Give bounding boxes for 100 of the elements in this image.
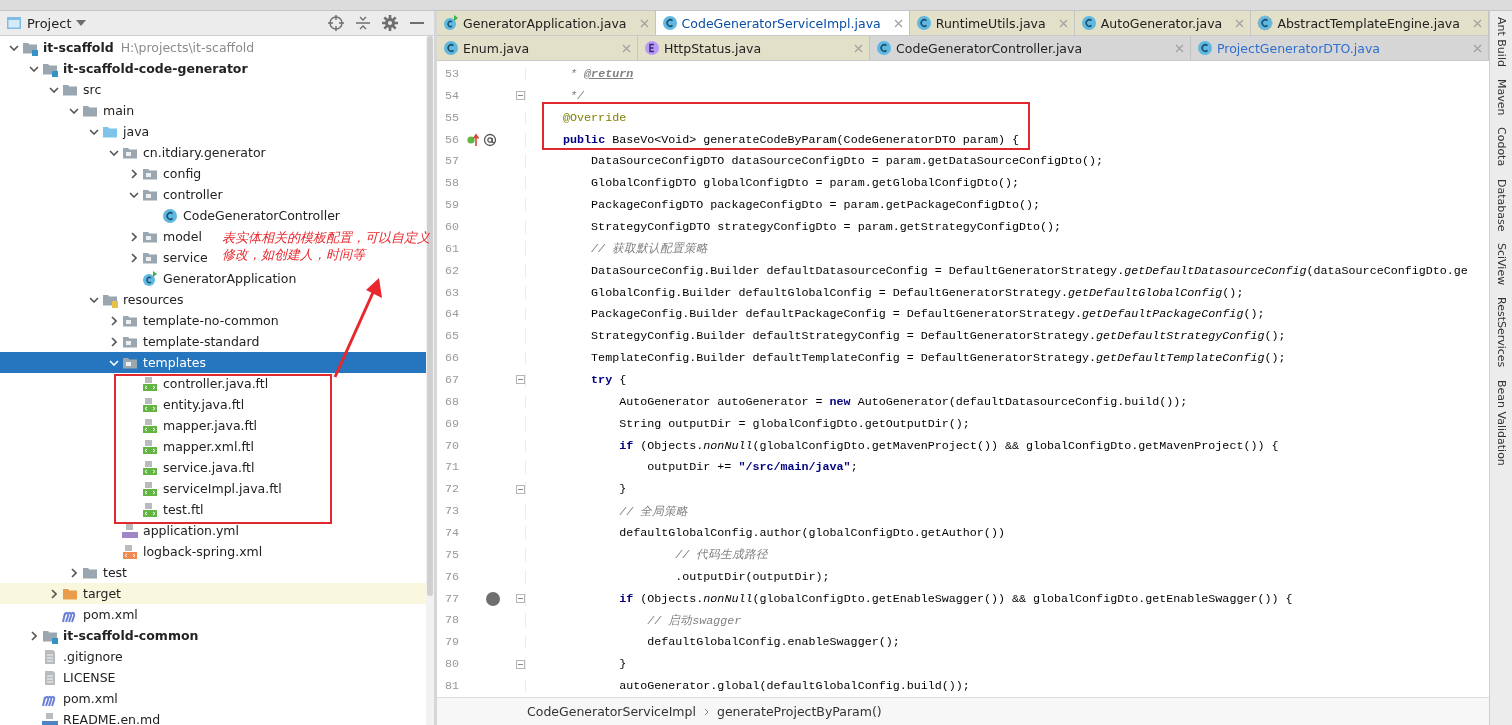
breadcrumb-item[interactable]: generateProjectByParam() <box>716 704 882 719</box>
tree-row[interactable]: entity.java.ftl <box>126 394 245 415</box>
tree-row[interactable]: mapper.java.ftl <box>126 415 258 436</box>
tool-window-button[interactable]: Codota <box>1494 127 1508 167</box>
item-label: pom.xml <box>63 691 118 706</box>
tool-window-button[interactable]: Ant Build <box>1494 17 1508 67</box>
item-label: cn.itdiary.generator <box>143 145 266 160</box>
chevron-right-icon[interactable] <box>131 252 137 263</box>
tree-row[interactable]: java <box>86 121 150 142</box>
tree-row[interactable]: resources <box>86 289 184 310</box>
tree-row[interactable]: application.yml <box>106 520 239 541</box>
item-label: controller.java.ftl <box>163 376 269 391</box>
tree-row[interactable]: it-scaffold-code-generator <box>26 58 248 79</box>
tree-row[interactable]: main <box>66 100 135 121</box>
chevron-down-icon[interactable] <box>69 107 79 114</box>
line-number: 80 <box>443 657 459 672</box>
tool-window-button[interactable]: Maven <box>1494 78 1508 116</box>
xml-file-icon <box>122 543 138 560</box>
item-label: model <box>163 229 202 244</box>
breadcrumb-item[interactable]: CodeGeneratorServiceImpl <box>527 704 696 719</box>
code-line: PackageConfig.Builder defaultPackageConfig = DefaultGeneratorStrategy.getDefaultPackageConfig(); <box>525 307 1265 322</box>
tree-row[interactable]: controller.java.ftl <box>126 373 269 394</box>
editor-tab[interactable]: RuntimeUtils.java <box>909 11 1075 35</box>
line-number: 57 <box>443 154 459 169</box>
tree-row[interactable]: logback-spring.xml <box>106 541 263 562</box>
item-label: templates <box>143 355 206 370</box>
tree-row[interactable]: model <box>126 226 202 247</box>
close-icon[interactable] <box>893 18 903 28</box>
implements-marker-icon[interactable] <box>467 132 481 147</box>
code-line: PackageConfigDTO packageConfigDto = param.getPackageConfigDto(); <box>525 198 1040 213</box>
tree-row[interactable]: LICENSE <box>26 667 116 688</box>
editor-tab[interactable]: GeneratorApplication.java <box>437 11 656 35</box>
tree-row[interactable]: template-standard <box>106 331 260 352</box>
tree-row[interactable]: serviceImpl.java.ftl <box>126 478 282 499</box>
editor-tab[interactable]: CodeGeneratorServiceImpl.java <box>655 11 910 35</box>
breakpoint-icon[interactable] <box>485 590 501 607</box>
code-line: TemplateConfig.Builder defaultTemplateConfig = DefaultGeneratorStrategy.getDefaultTemplateConfig(); <box>525 351 1286 366</box>
tree-row[interactable]: pom.xml <box>46 604 138 625</box>
chevron-right-icon[interactable] <box>71 567 77 578</box>
tree-row[interactable]: test <box>66 562 127 583</box>
chevron-down-icon[interactable] <box>49 86 59 93</box>
chevron-right-icon[interactable] <box>31 630 37 641</box>
tree-row[interactable]: CodeGeneratorController <box>146 205 340 226</box>
tree-row[interactable]: mapper.xml.ftl <box>126 436 254 457</box>
class-icon <box>1197 40 1214 56</box>
fold-marker-icon[interactable] <box>515 594 525 604</box>
line-number: 72 <box>443 482 459 497</box>
chevron-down-icon[interactable] <box>29 65 39 72</box>
editor-tab[interactable]: HttpStatus.java <box>638 36 871 60</box>
tree-row[interactable]: src <box>46 79 102 100</box>
tree-row[interactable]: config <box>126 163 202 184</box>
line-number: 55 <box>443 110 459 125</box>
locate-icon[interactable] <box>325 12 347 34</box>
editor-tab[interactable]: AbstractTemplateEngine.java <box>1251 11 1489 35</box>
markdown-file-icon <box>42 711 58 725</box>
tree-row[interactable]: test.ftl <box>126 499 204 520</box>
template-file-icon <box>142 375 158 392</box>
tree-row[interactable]: it-scaffold H:\projects\it-scaffold <box>6 37 255 58</box>
code-line: @Override <box>525 110 627 125</box>
chevron-down-icon[interactable] <box>109 149 119 156</box>
tree-row[interactable]: pom.xml <box>26 688 118 709</box>
tool-window-button[interactable]: Database <box>1494 178 1508 232</box>
tree-row[interactable]: template-no-common <box>106 310 279 331</box>
code-line: public BaseVo<Void> generateCodeByParam(CodeGeneratorDTO param) { <box>525 132 1019 147</box>
tree-row[interactable]: it-scaffold-common <box>26 625 199 646</box>
chevron-right-icon[interactable] <box>51 588 57 599</box>
chevron-right-icon[interactable] <box>111 315 117 326</box>
fold-marker-icon[interactable] <box>515 659 525 669</box>
tree-row[interactable]: service.java.ftl <box>126 457 255 478</box>
tree-row[interactable]: README.en.md <box>26 709 161 725</box>
chevron-down-icon[interactable] <box>89 296 99 303</box>
panel-title[interactable]: Project <box>27 15 72 31</box>
tree-row[interactable]: GeneratorApplication <box>126 268 297 289</box>
class-run-icon <box>443 15 459 31</box>
text-file-icon <box>42 648 58 665</box>
chevron-down-icon[interactable] <box>129 191 139 198</box>
editor-tab[interactable]: AutoGenerator.java <box>1074 11 1252 35</box>
tree-row[interactable]: cn.itdiary.generator <box>106 142 266 163</box>
tree-row[interactable]: .gitignore <box>26 646 123 667</box>
code-line: // 获取默认配置策略 <box>525 241 709 257</box>
tool-window-button[interactable]: Bean Validation <box>1494 379 1508 466</box>
chevron-down-icon[interactable] <box>9 44 19 51</box>
line-number: 58 <box>443 176 459 191</box>
tree-row[interactable]: templates <box>0 352 426 373</box>
chevron-right-icon[interactable] <box>131 168 137 179</box>
chevron-right-icon[interactable] <box>131 231 137 242</box>
tree-row[interactable]: target <box>0 583 426 604</box>
chevron-down-icon[interactable] <box>89 128 99 135</box>
editor-tab[interactable]: Enum.java <box>437 36 639 60</box>
chevron-right-icon[interactable] <box>111 336 117 347</box>
tool-window-button[interactable]: RestServices <box>1494 297 1508 368</box>
fold-marker-icon[interactable] <box>515 484 525 494</box>
tool-window-button[interactable]: SciView <box>1494 243 1508 286</box>
annotation-marker-icon[interactable] <box>483 132 497 147</box>
settings-icon[interactable] <box>379 12 401 34</box>
tree-row[interactable]: service <box>126 247 208 268</box>
template-file-icon <box>142 480 158 497</box>
fold-marker-icon[interactable] <box>515 91 525 101</box>
fold-marker-icon[interactable] <box>515 375 525 385</box>
tree-row[interactable]: controller <box>126 184 223 205</box>
